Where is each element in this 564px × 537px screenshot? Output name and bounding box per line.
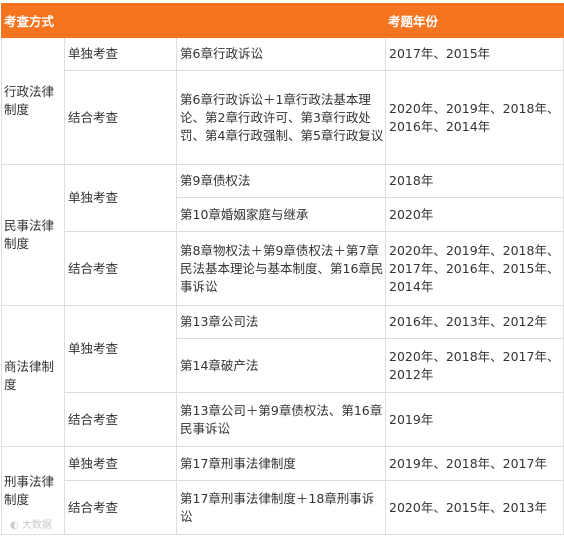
chapters-cell: 第10章婚姻家庭与继承 (175, 197, 387, 232)
years-cell: 2020年、2015年、2013年 (385, 480, 564, 535)
table-row: 结合考查 第13章公司＋第9章债权法、第16章民事诉讼 2019年 (2, 392, 564, 447)
years-cell: 2020年 (385, 197, 564, 232)
category-cell: 商法律制度 (1, 305, 65, 447)
years-cell: 2020年、2019年、2018年、2017年、2016年、2015年、2014… (385, 231, 564, 306)
years-cell: 2019年 (385, 392, 564, 447)
table-row: 商法律制度 单独考查 第13章公司法 2016年、2013年、2012年 (1, 305, 564, 447)
watermark: ◐ 大数据 (10, 516, 52, 531)
years-cell: 2020年、2018年、2017年、2012年 (385, 338, 564, 393)
chapters-cell: 第6章行政诉讼 (175, 37, 387, 71)
table-row: 结合考查 第17章刑事法律制度＋18章刑事诉讼 2020年、2015年、2013… (2, 480, 564, 535)
watermark-text: 大数据 (21, 520, 52, 531)
years-cell: 2017年、2015年 (385, 37, 564, 71)
category-cell: 行政法律制度 (1, 37, 65, 165)
kind-cell: 结合考查 (64, 70, 177, 165)
table-row: 结合考查 第6章行政诉讼＋1章行政法基本理论、第2章行政许可、第3章行政处罚、第… (2, 70, 564, 165)
kind-cell: 单独考查 (64, 305, 177, 393)
chapters-cell: 第6章行政诉讼＋1章行政法基本理论、第2章行政许可、第3章行政处罚、第4章行政强… (175, 70, 387, 165)
kind-cell: 结合考查 (64, 392, 177, 447)
years-cell: 2019年、2018年、2017年 (385, 446, 564, 481)
kind-cell: 结合考查 (64, 231, 177, 306)
chapters-cell: 第13章公司＋第9章债权法、第16章民事诉讼 (175, 392, 387, 447)
years-cell: 2016年、2013年、2012年 (385, 305, 564, 339)
years-cell: 2018年 (385, 164, 564, 198)
chapters-cell: 第8章物权法＋第9章债权法＋第7章民法基本理论与基本制度、第16章民事诉讼 (175, 231, 387, 306)
kind-cell: 单独考查 (64, 446, 177, 481)
chapters-cell: 第14章破产法 (175, 338, 387, 393)
kind-cell: 结合考查 (64, 480, 177, 535)
chapters-cell: 第13章公司法 (175, 305, 387, 339)
header-year: 考题年份 (385, 3, 564, 38)
exam-table: 考查方式 考题年份 行政法律制度 单独考查 第6章行政诉讼 2017年、2015… (0, 3, 564, 535)
category-cell: 民事法律制度 (1, 164, 65, 306)
table-row: 行政法律制度 单独考查 第6章行政诉讼 2017年、2015年 (1, 37, 564, 165)
chapters-cell: 第17章刑事法律制度 (175, 446, 387, 481)
table-row: 民事法律制度 单独考查 第9章债权法 2018年 (1, 164, 564, 306)
table-row: 刑事法律制度 单独考查 第17章刑事法律制度 2019年、2018年、2017年 (1, 446, 564, 535)
watermark-logo-icon: ◐ (10, 520, 19, 531)
header-method: 考查方式 (0, 3, 387, 38)
chapters-cell: 第9章债权法 (175, 164, 387, 198)
years-cell: 2020年、2019年、2018年、2016年、2014年 (385, 70, 564, 165)
table-row: 结合考查 第8章物权法＋第9章债权法＋第7章民法基本理论与基本制度、第16章民事… (2, 231, 564, 306)
kind-cell: 单独考查 (64, 164, 177, 232)
kind-cell: 单独考查 (64, 37, 177, 71)
header-row: 考查方式 考题年份 (0, 3, 564, 38)
chapters-cell: 第17章刑事法律制度＋18章刑事诉讼 (175, 480, 387, 535)
